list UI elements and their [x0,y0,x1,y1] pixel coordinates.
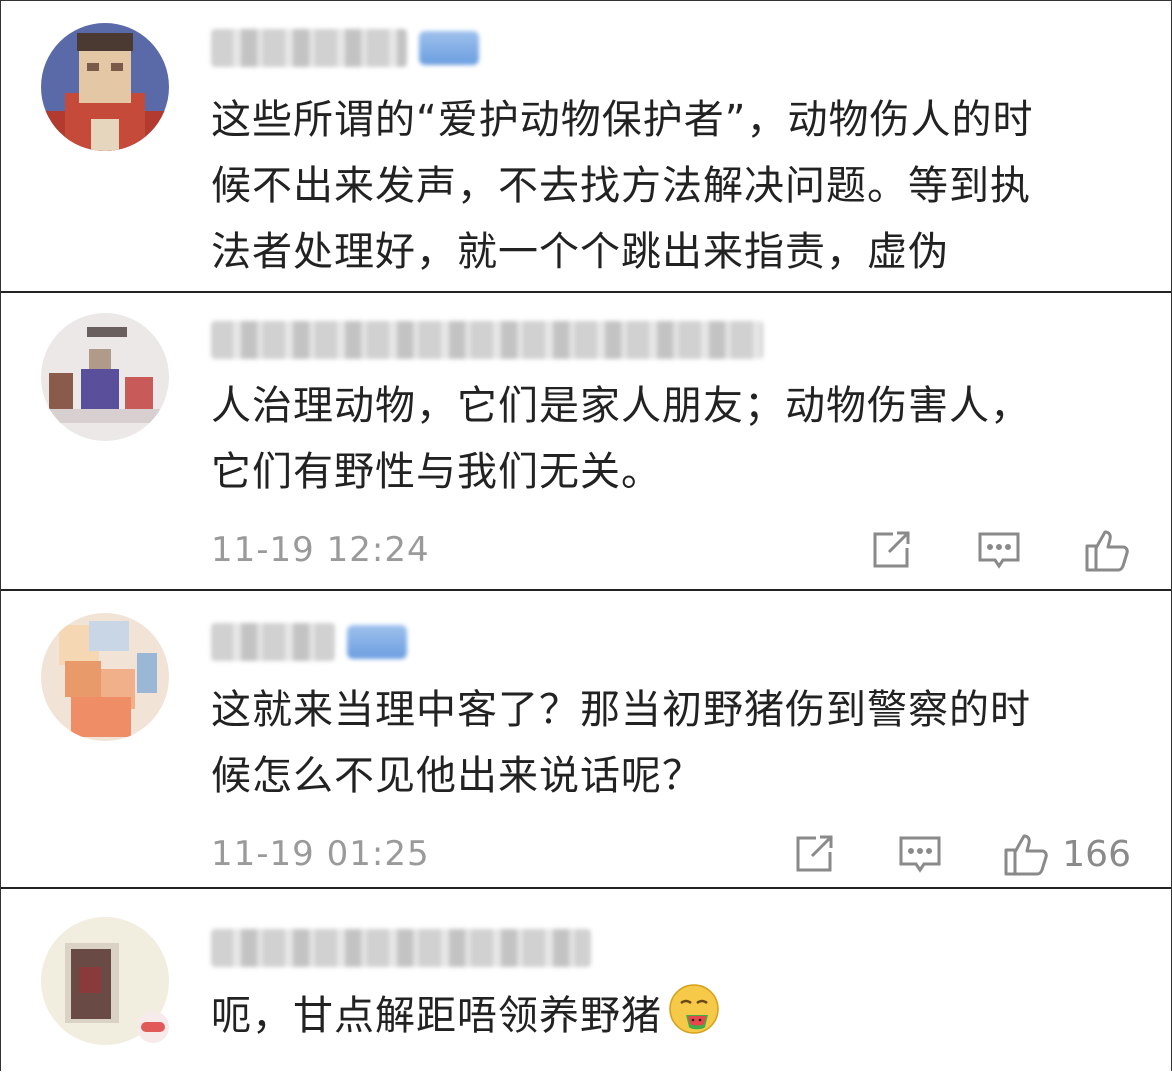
avatar[interactable] [41,23,169,151]
comment-text-line: 候不出来发声，不去找方法解决问题。等到执 [211,163,1031,209]
share-icon [873,531,910,568]
comment-icon [978,532,1020,569]
vip-badge-icon [347,625,407,659]
reply-button[interactable] [898,832,942,876]
avatar[interactable] [41,313,169,441]
comment-text-line: 人治理动物，它们是家人朋友；动物伤害人， [211,383,1031,429]
comment-item: 这些所谓的“爱护动物保护者”，动物伤人的时 候不出来发声，不去找方法解决问题。等… [1,1,1171,291]
username-row [211,619,407,665]
watermelon-face-emoji [666,981,722,1057]
like-button[interactable] [1083,526,1131,574]
comment-item: 这就来当理中客了？那当初野猪伤到警察的时 候怎么不见他出来说话呢？ 11-19 … [1,589,1171,889]
comment-text: 这就来当理中客了？那当初野猪伤到警察的时 候怎么不见他出来说话呢？ [211,677,1131,809]
share-button[interactable] [869,528,913,572]
comment-text-line: 它们有野性与我们无关。 [211,449,662,495]
share-icon [796,835,833,872]
comment-time: 11-19 01:25 [211,834,430,874]
comment-actions: 166 [792,830,1131,878]
gender-badge-icon [137,1011,169,1043]
comment-text-line: 法者处理好，就一个个跳出来指责，虚伪 [211,229,949,275]
thumbs-up-icon [1004,834,1049,876]
username-row [211,317,763,363]
comment-time: 11-19 12:24 [211,530,430,570]
comment-text-line: 这些所谓的“爱护动物保护者”，动物伤人的时 [211,97,1034,143]
comment-text: 人治理动物，它们是家人朋友；动物伤害人， 它们有野性与我们无关。 [211,373,1131,505]
username-blurred[interactable] [211,623,335,661]
comment-meta: 11-19 01:25 166 [211,829,1131,879]
like-button[interactable]: 166 [1002,830,1131,878]
avatar[interactable] [41,613,169,741]
username-blurred[interactable] [211,29,407,67]
thumbs-up-icon [1085,530,1129,572]
username-row [211,25,479,71]
comment-item: 人治理动物，它们是家人朋友；动物伤害人， 它们有野性与我们无关。 11-19 1… [1,291,1171,591]
comment-text-line: 这就来当理中客了？那当初野猪伤到警察的时 [211,687,1031,733]
comment-item: 呃，甘点解距唔领养野猪 [1,887,1171,1072]
comment-text-line: 呃，甘点解距唔领养野猪 [211,981,1131,1057]
username-blurred[interactable] [211,321,763,359]
share-button[interactable] [792,832,836,876]
comment-text-line: 候怎么不见他出来说话呢？ [211,753,703,799]
username-blurred[interactable] [211,929,591,967]
comment-text: 呃，甘点解距唔领养野猪 [211,981,1131,1057]
comment-text: 这些所谓的“爱护动物保护者”，动物伤人的时 候不出来发声，不去找方法解决问题。等… [211,87,1131,285]
comment-icon [899,836,941,873]
comment-meta: 11-19 12:24 [211,525,1131,575]
like-count: 166 [1062,833,1131,875]
comment-actions [869,526,1131,574]
comment-text-content: 呃，甘点解距唔领养野猪 [211,993,662,1039]
comment-feed: 这些所谓的“爱护动物保护者”，动物伤人的时 候不出来发声，不去找方法解决问题。等… [0,0,1172,1072]
username-row [211,925,591,971]
reply-button[interactable] [977,528,1021,572]
vip-badge-icon [419,31,479,65]
